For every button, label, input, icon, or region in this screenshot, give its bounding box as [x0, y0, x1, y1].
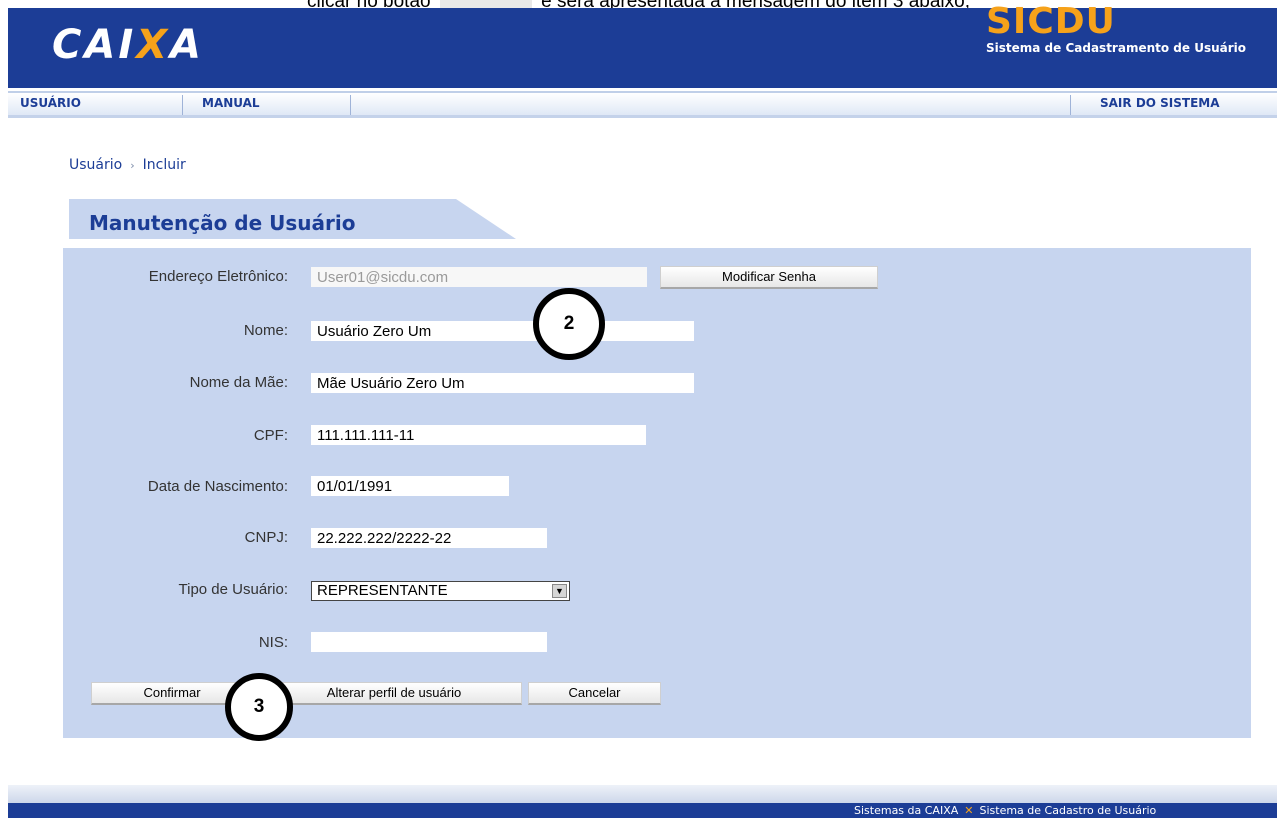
alter-profile-button[interactable]: Alterar perfil de usuário — [266, 682, 522, 705]
cancel-button[interactable]: Cancelar — [528, 682, 661, 705]
app-window: CAIXA SICDU Sistema de Cadastramento de … — [8, 2, 1277, 818]
tipo-usuario-value: REPRESENTANTE — [317, 582, 448, 599]
footer-right: Sistema de Cadastro de Usuário — [979, 804, 1157, 817]
footer-text: Sistemas da CAIXA ✕ Sistema de Cadastro de… — [854, 803, 1156, 818]
nav-divider — [350, 95, 351, 115]
nav-item-manual[interactable]: MANUAL — [202, 96, 260, 110]
main-nav: USUÁRIO MANUAL SAIR DO SISTEMA — [8, 91, 1277, 118]
breadcrumb: Usuário › Incluir — [69, 157, 186, 173]
form-title: Manutenção de Usuário — [89, 211, 356, 235]
cnpj-label: CNPJ: — [244, 529, 288, 546]
breadcrumb-root[interactable]: Usuário — [69, 157, 122, 173]
nascimento-label: Data de Nascimento: — [147, 478, 288, 495]
breadcrumb-current: Incluir — [142, 157, 186, 173]
nav-divider — [1070, 95, 1071, 115]
footer-band — [8, 785, 1277, 803]
cnpj-field[interactable]: 22.222.222/2222-22 — [311, 528, 547, 548]
callout-step-2: 2 — [533, 288, 605, 360]
nome-label: Nome: — [243, 322, 288, 339]
nav-item-logout[interactable]: SAIR DO SISTEMA — [1100, 96, 1220, 110]
nome-field[interactable]: Usuário Zero Um — [311, 321, 694, 341]
caption-button-placeholder — [439, 0, 532, 8]
system-subtitle: Sistema de Cadastramento de Usuário — [986, 41, 1246, 55]
caixa-x-icon: ✕ — [964, 804, 974, 817]
change-password-button[interactable]: Modificar Senha — [660, 266, 878, 289]
footer-left: Sistemas da CAIXA — [854, 804, 959, 817]
form-tab-corner — [456, 199, 516, 239]
system-brand: SICDU Sistema de Cadastramento de Usuári… — [986, 1, 1266, 55]
footer: Sistemas da CAIXA ✕ Sistema de Cadastro de… — [8, 803, 1277, 818]
cpf-field[interactable]: 111.111.111-11 — [311, 425, 646, 445]
nav-divider — [182, 95, 183, 115]
callout-step-3: 3 — [225, 673, 293, 741]
breadcrumb-separator-icon: › — [130, 159, 135, 172]
caixa-logo: CAIXA — [52, 22, 205, 68]
chevron-down-icon[interactable]: ▼ — [552, 584, 567, 598]
nascimento-field[interactable]: 01/01/1991 — [311, 476, 509, 496]
cpf-label: CPF: — [253, 427, 288, 444]
email-field[interactable]: User01@sicdu.com — [311, 267, 647, 287]
system-name: SICDU — [986, 1, 1116, 42]
tipo-usuario-label: Tipo de Usuário: — [178, 581, 289, 598]
top-banner: CAIXA SICDU Sistema de Cadastramento de … — [8, 2, 1277, 88]
nis-label: NIS: — [258, 634, 288, 651]
nav-item-usuario[interactable]: USUÁRIO — [20, 96, 81, 110]
email-label: Endereço Eletrônico: — [148, 268, 288, 285]
nome-mae-field[interactable]: Mãe Usuário Zero Um — [311, 373, 694, 393]
nome-mae-label: Nome da Mãe: — [189, 374, 288, 391]
tipo-usuario-select[interactable]: REPRESENTANTE ▼ — [311, 581, 570, 601]
nis-field[interactable] — [311, 632, 547, 652]
